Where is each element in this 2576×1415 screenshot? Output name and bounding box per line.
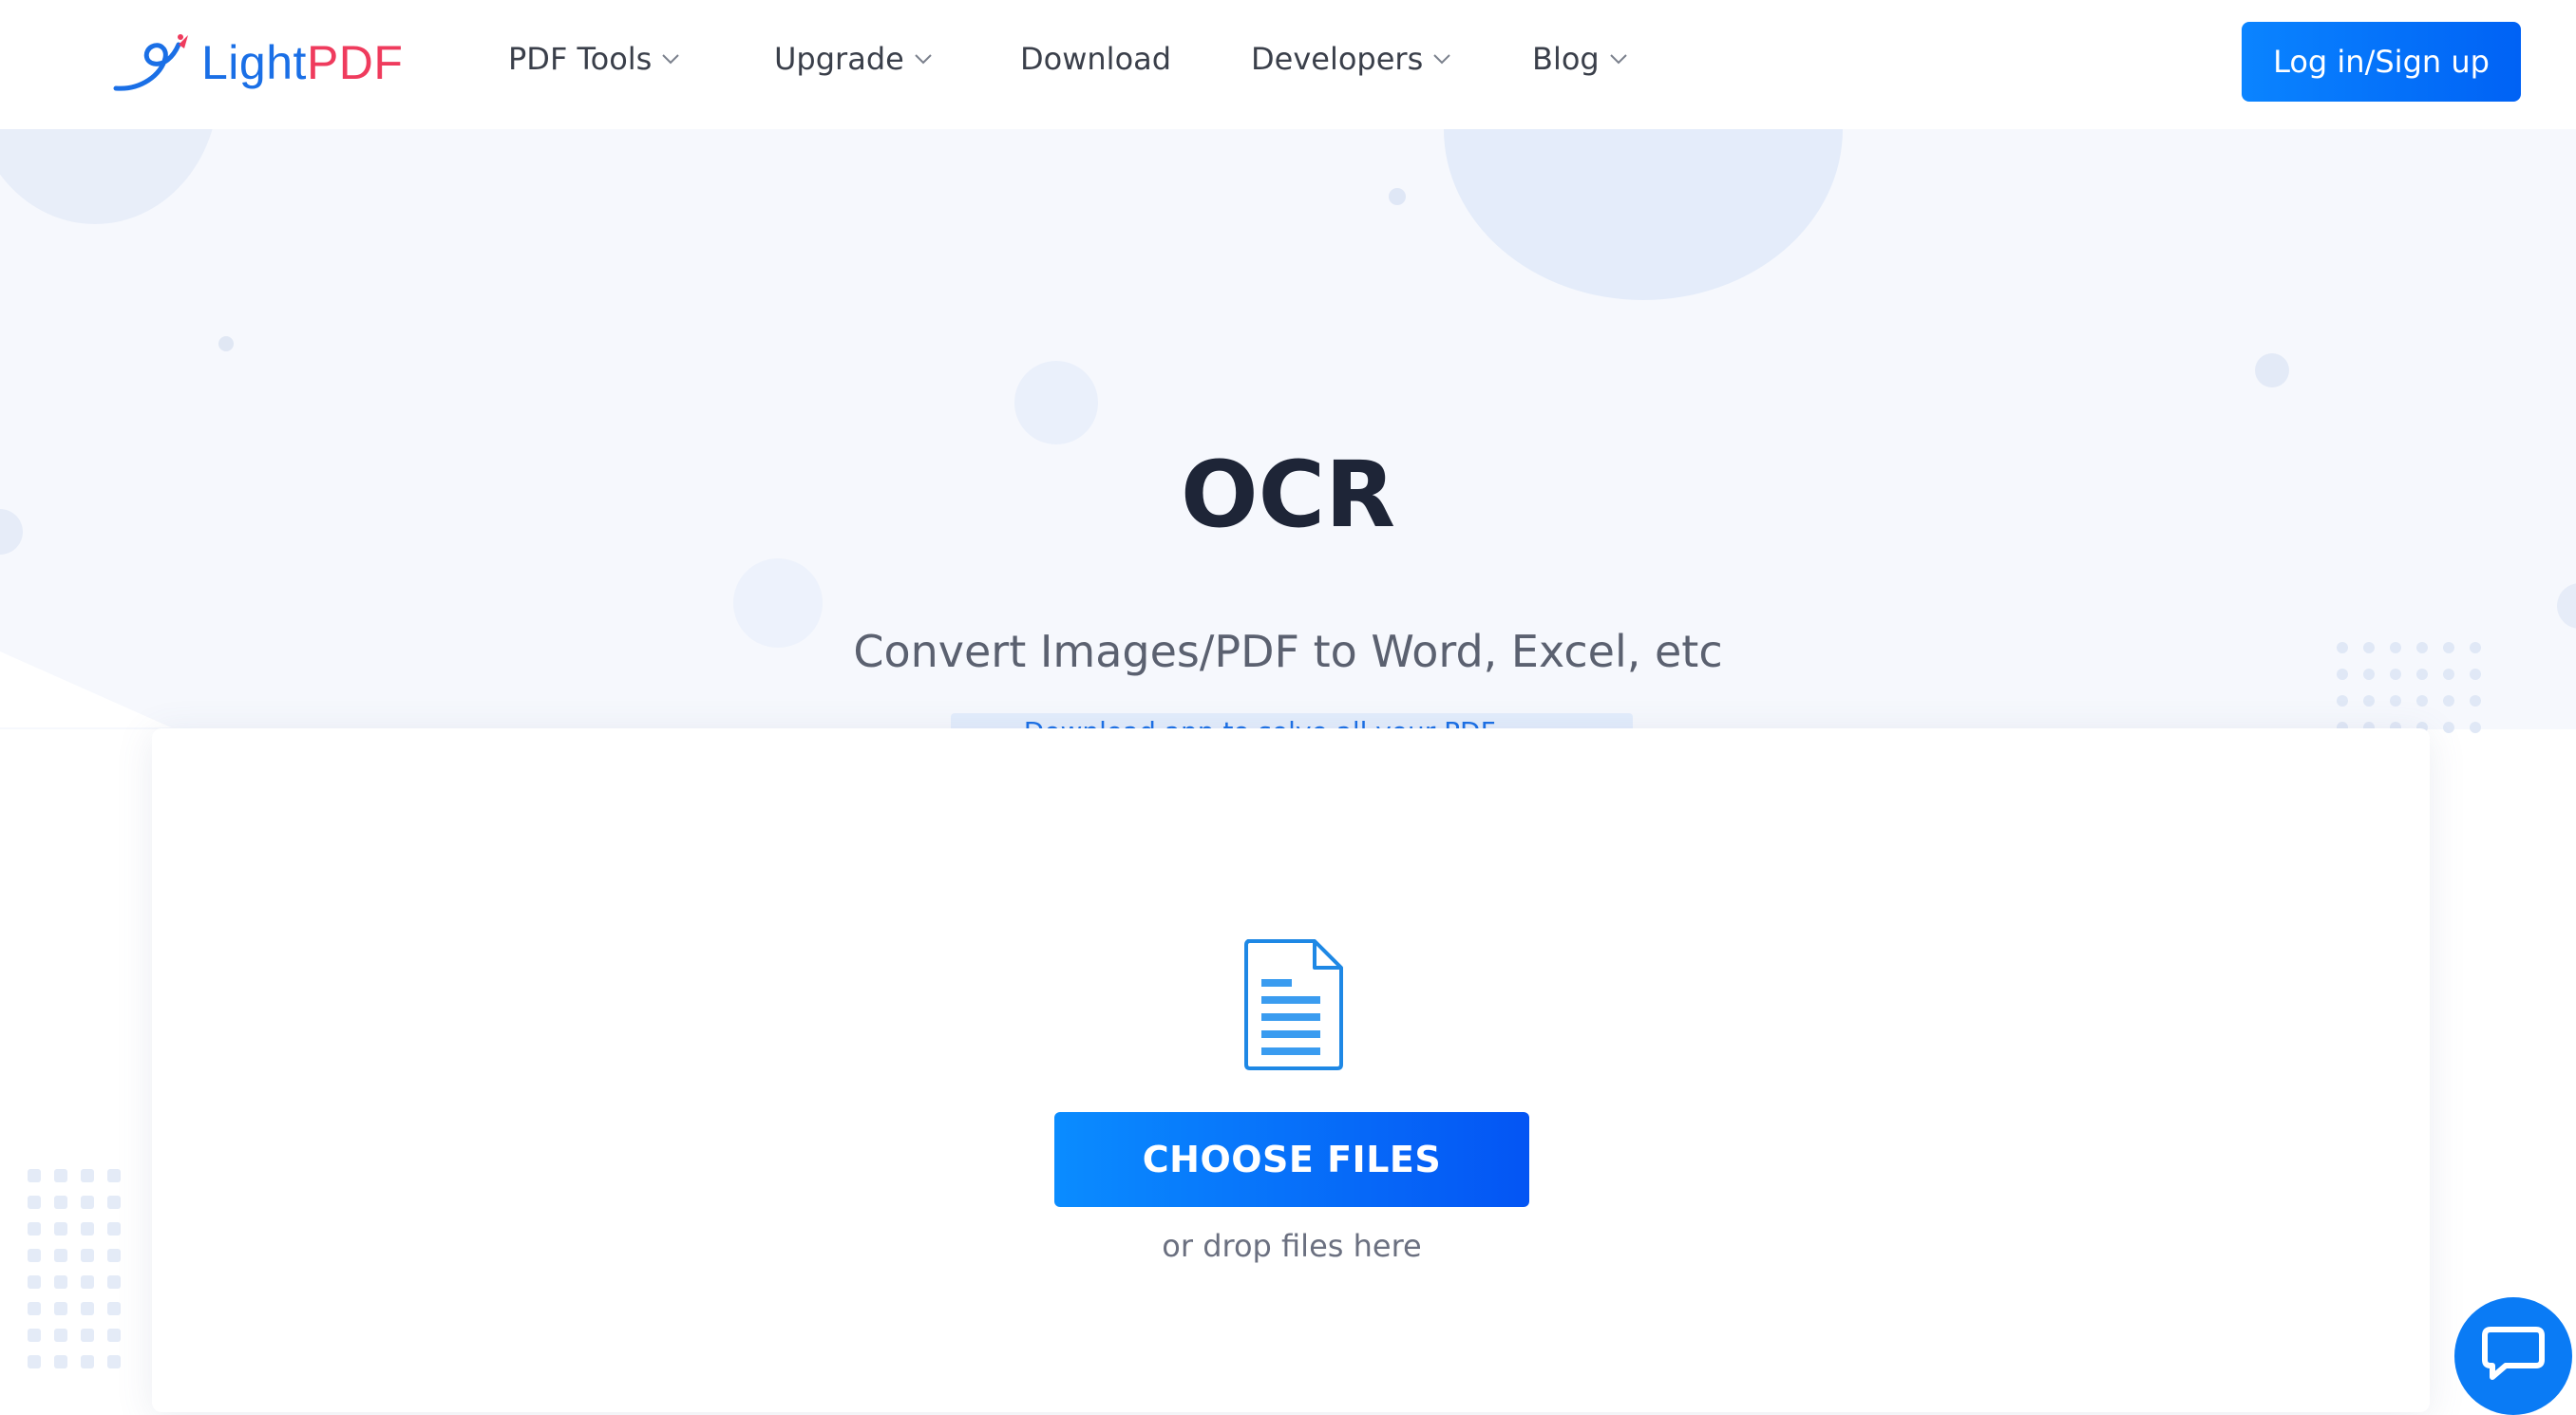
decor-circle (1389, 188, 1406, 205)
decor-circle (2255, 353, 2289, 387)
nav-item-label: PDF Tools (508, 41, 653, 77)
chevron-down-icon (1610, 54, 1627, 65)
nav-item-label: Download (1020, 41, 1172, 77)
choose-files-button[interactable]: CHOOSE FILES (1054, 1112, 1529, 1207)
page-title: OCR (1181, 442, 1395, 548)
chevron-down-icon (662, 54, 680, 65)
decor-circle (218, 336, 234, 351)
brand-logo[interactable]: LightPDF (112, 28, 403, 97)
nav-item-pdf-tools[interactable]: PDF Tools (508, 34, 680, 84)
login-signup-button[interactable]: Log in/Sign up (2242, 22, 2521, 102)
nav-item-label: Upgrade (774, 41, 904, 77)
nav-item-label: Blog (1532, 41, 1600, 77)
nav-item-developers[interactable]: Developers (1251, 34, 1451, 84)
chevron-down-icon (915, 54, 932, 65)
decor-square-grid (21, 1162, 127, 1375)
nav-item-download[interactable]: Download (1020, 34, 1171, 84)
document-icon (1244, 939, 1343, 1070)
nav-item-blog[interactable]: Blog (1532, 34, 1628, 84)
upload-card[interactable]: CHOOSE FILES or drop files here (152, 728, 2430, 1412)
nav-item-upgrade[interactable]: Upgrade (774, 34, 933, 84)
drop-files-hint: or drop files here (1162, 1228, 1422, 1264)
site-header: LightPDF PDF Tools Upgrade Download Deve… (0, 0, 2576, 129)
decor-circle (1014, 361, 1098, 444)
brand-name: LightPDF (201, 36, 404, 89)
live-chat-button[interactable] (2454, 1297, 2572, 1415)
page-subtitle: Convert Images/PDF to Word, Excel, etc (853, 626, 1723, 677)
chat-bubble-icon (2482, 1327, 2545, 1380)
bird-logo-icon (112, 29, 192, 96)
nav-item-label: Developers (1251, 41, 1424, 77)
chevron-down-icon (1433, 54, 1450, 65)
hero-section: OCR Convert Images/PDF to Word, Excel, e… (0, 129, 2576, 794)
